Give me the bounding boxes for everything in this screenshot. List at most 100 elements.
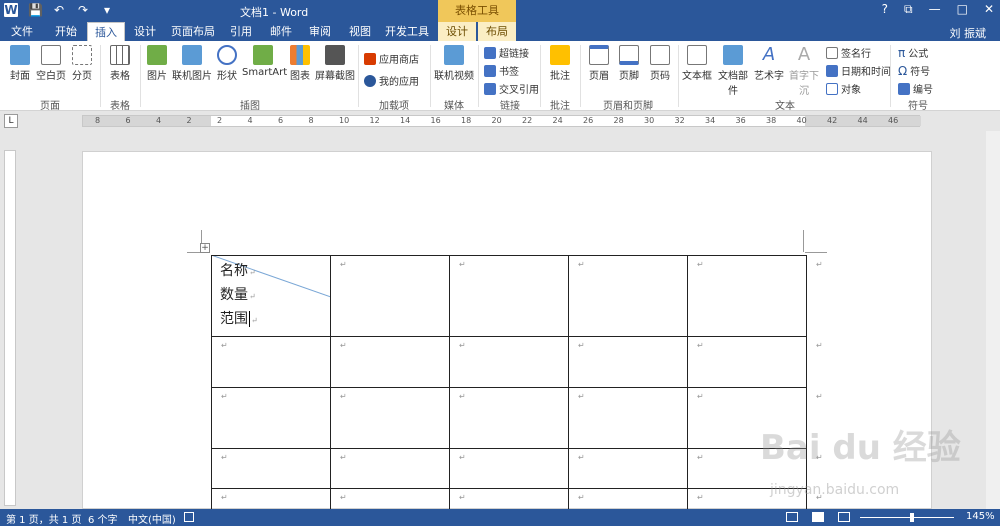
table-cell[interactable]: ↵	[449, 255, 569, 337]
read-mode-icon[interactable]	[786, 512, 798, 522]
table-cell[interactable]: ↵	[449, 448, 569, 489]
numbering-button[interactable]: 编号	[898, 81, 933, 96]
picture-button[interactable]: 图片	[144, 45, 170, 82]
smartart-button[interactable]: SmartArt	[242, 45, 287, 78]
hyperlink-button[interactable]: 超链接	[484, 45, 529, 60]
table-move-handle-icon[interactable]: +	[200, 243, 210, 253]
tab-table-design[interactable]: 设计	[438, 22, 476, 41]
ruler-number: 32	[674, 116, 685, 125]
table-cell[interactable]: ↵	[330, 387, 450, 449]
zoom-level[interactable]: 145%	[966, 511, 995, 522]
word-count[interactable]: 6 个字	[88, 511, 118, 526]
table-cell[interactable]: ↵	[211, 387, 331, 449]
cover-page-button[interactable]: 封面	[6, 45, 34, 82]
tab-mailings[interactable]: 邮件	[262, 22, 300, 41]
customize-qat-icon[interactable]: ▾	[100, 3, 114, 17]
table-cell[interactable]: ↵	[211, 448, 331, 489]
tab-table-layout[interactable]: 布局	[478, 22, 516, 41]
wordart-icon: A	[762, 44, 776, 65]
minimize-icon[interactable]: —	[929, 2, 941, 17]
date-time-button[interactable]: 日期和时间	[826, 63, 891, 78]
wordart-button[interactable]: A 艺术字	[754, 44, 784, 83]
help-icon[interactable]: ?	[882, 2, 888, 17]
ribbon-display-icon[interactable]: ⧉	[904, 2, 913, 17]
table-cell[interactable]: ↵	[330, 448, 450, 489]
tab-design[interactable]: 设计	[126, 22, 164, 41]
tab-insert[interactable]: 插入	[87, 22, 125, 41]
comment-button[interactable]: 批注	[546, 45, 574, 82]
tab-page-layout[interactable]: 页面布局	[166, 22, 220, 41]
table-cell[interactable]: 名称↵ 数量↵ 范围 ↵	[211, 255, 331, 337]
video-icon	[444, 45, 464, 65]
close-icon[interactable]: ✕	[984, 2, 994, 17]
drop-cap-button[interactable]: A 首字下沉	[786, 45, 822, 98]
zoom-slider[interactable]	[860, 517, 954, 518]
ruler-number: 44	[857, 116, 868, 125]
tab-file[interactable]: 文件	[0, 22, 44, 41]
status-bar: 第 1 页，共 1 页 6 个字 中文(中国) 145%	[0, 509, 1000, 526]
equation-button[interactable]: π 公式	[898, 45, 928, 61]
tab-view[interactable]: 视图	[341, 22, 379, 41]
tab-developer[interactable]: 开发工具	[381, 22, 433, 41]
shapes-button[interactable]: 形状	[214, 45, 240, 82]
signature-line-button[interactable]: 签名行	[826, 45, 871, 60]
quick-parts-button[interactable]: 文档部件	[714, 45, 752, 97]
bookmark-button[interactable]: 书签	[484, 63, 519, 78]
document-table[interactable]: 名称↵ 数量↵ 范围 ↵ ↵ ↵ ↵ ↵ ↵ ↵ ↵ ↵ ↵ ↵ ↵ ↵ ↵ ↵ …	[211, 255, 832, 519]
vertical-scrollbar[interactable]	[986, 131, 1000, 509]
my-apps-button[interactable]: 我的应用	[364, 73, 419, 88]
table-cell[interactable]: ↵	[330, 336, 450, 388]
group-label-pages: 页面	[40, 101, 60, 112]
table-cell[interactable]: ↵	[687, 255, 807, 337]
ruler-number: 36	[735, 116, 746, 125]
table-cell[interactable]: ↵	[330, 255, 450, 337]
language[interactable]: 中文(中国)	[128, 511, 176, 526]
ruler-number: 6	[278, 116, 284, 125]
page-count[interactable]: 第 1 页，共 1 页	[6, 511, 81, 526]
tab-review[interactable]: 审阅	[301, 22, 339, 41]
table-cell[interactable]: ↵	[211, 336, 331, 388]
hyperlink-icon	[484, 46, 496, 59]
table-cell[interactable]: ↵	[568, 387, 688, 449]
tab-selector[interactable]: L	[4, 114, 18, 128]
table-row: ↵ ↵ ↵ ↵ ↵ ↵	[211, 336, 832, 388]
symbol-button[interactable]: Ω 符号	[898, 63, 930, 79]
object-button[interactable]: 对象	[826, 81, 861, 96]
maximize-icon[interactable]: □	[957, 2, 968, 17]
table-tools-header: 表格工具	[438, 0, 516, 22]
textbox-button[interactable]: 文本框	[682, 45, 712, 82]
table-button[interactable]: 表格	[106, 45, 134, 82]
redo-icon[interactable]: ↷	[76, 3, 90, 17]
tab-home[interactable]: 开始	[46, 22, 86, 41]
group-label-addins: 加载项	[379, 101, 409, 112]
table-cell[interactable]: ↵	[568, 336, 688, 388]
web-layout-icon[interactable]	[838, 512, 850, 522]
footer-button[interactable]: 页脚	[616, 45, 642, 82]
macro-record-icon[interactable]	[184, 512, 194, 522]
tab-references[interactable]: 引用	[222, 22, 260, 41]
cross-reference-button[interactable]: 交叉引用	[484, 81, 539, 96]
page-number-button[interactable]: 页码	[648, 45, 672, 82]
zoom-slider-thumb[interactable]	[910, 513, 914, 522]
user-name[interactable]: 刘 振斌	[950, 25, 987, 41]
header-button[interactable]: 页眉	[586, 45, 612, 82]
chart-button[interactable]: 图表	[288, 45, 312, 82]
baidu-watermark-url: jingyan.baidu.com	[770, 482, 900, 498]
print-layout-icon[interactable]	[812, 512, 824, 522]
blank-page-button[interactable]: 空白页	[36, 45, 66, 82]
save-icon[interactable]: 💾	[28, 3, 43, 17]
vertical-ruler[interactable]	[4, 150, 16, 506]
table-cell[interactable]: ↵	[687, 336, 807, 388]
table-cell[interactable]: ↵	[449, 336, 569, 388]
table-cell[interactable]: ↵	[568, 255, 688, 337]
bookmark-icon	[484, 64, 496, 77]
undo-icon[interactable]: ↶	[52, 3, 66, 17]
online-video-button[interactable]: 联机视频	[434, 45, 474, 82]
table-cell[interactable]: ↵	[449, 387, 569, 449]
app-store-button[interactable]: 应用商店	[364, 51, 419, 66]
screenshot-button[interactable]: 屏幕截图	[314, 45, 356, 82]
online-picture-button[interactable]: 联机图片	[172, 45, 212, 82]
table-cell[interactable]: ↵	[568, 448, 688, 489]
page-break-button[interactable]: 分页	[70, 45, 94, 82]
horizontal-ruler[interactable]: 8 6 4 2 2 4 6 8 10 12 14 16 18 20 22 24 26 28 30 32 34 36 38 40…	[82, 115, 921, 127]
